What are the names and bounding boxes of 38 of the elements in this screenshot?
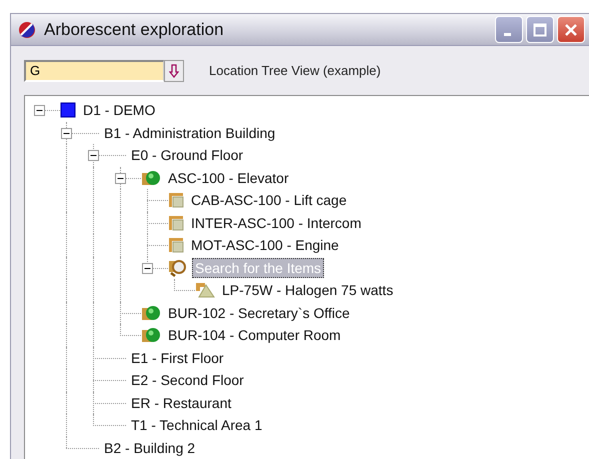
tree-item[interactable]: B2 - Building 2 [101,438,198,458]
tree-item[interactable]: ER - Restaurant [128,392,234,413]
box-icon [168,214,184,231]
collapse-toggle[interactable] [61,128,72,138]
triangle-icon [195,282,215,298]
maximize-icon [533,22,547,36]
down-arrow-icon [169,64,179,78]
tree-item[interactable]: E1 - First Floor [128,348,227,368]
tree-item[interactable]: BUR-102 - Secretary`s Office [165,302,353,323]
tree-item[interactable]: ASC-100 - Elevator [165,168,292,188]
tree-item[interactable]: D1 - DEMO [80,100,158,120]
collapse-toggle[interactable] [142,262,153,274]
box-icon [168,192,184,208]
tree-item[interactable]: T1 - Technical Area 1 [128,415,266,436]
search-button[interactable] [164,60,184,82]
collapse-toggle[interactable] [34,105,45,116]
collapse-toggle[interactable] [115,172,126,184]
box-icon [168,237,184,254]
magnifier-icon [168,258,188,277]
square-icon [60,102,76,118]
close-button[interactable] [557,16,585,43]
maximize-button[interactable] [526,16,554,43]
tree-item[interactable]: LP-75W - Halogen 75 watts [219,280,396,300]
tree-item[interactable]: E0 - Ground Floor [128,145,246,166]
search-field[interactable]: G [24,60,164,82]
tree-item[interactable]: E2 - Second Floor [128,370,247,390]
tree-item[interactable]: INTER-ASC-100 - Intercom [188,212,364,233]
minimize-icon [504,33,511,36]
tree-item[interactable]: BUR-104 - Computer Room [165,325,344,346]
tree-item[interactable]: B1 - Administration Building [101,122,278,143]
collapse-toggle[interactable] [88,150,99,161]
close-icon [564,22,578,36]
tree-caption: Location Tree View (example) [209,63,381,78]
tree-item[interactable]: MOT-ASC-100 - Engine [188,235,342,256]
app-icon [18,20,36,38]
window-title: Arborescent exploration [44,20,225,40]
tree-item[interactable]: CAB-ASC-100 - Lift cage [188,190,350,210]
minimize-button[interactable] [495,16,523,43]
